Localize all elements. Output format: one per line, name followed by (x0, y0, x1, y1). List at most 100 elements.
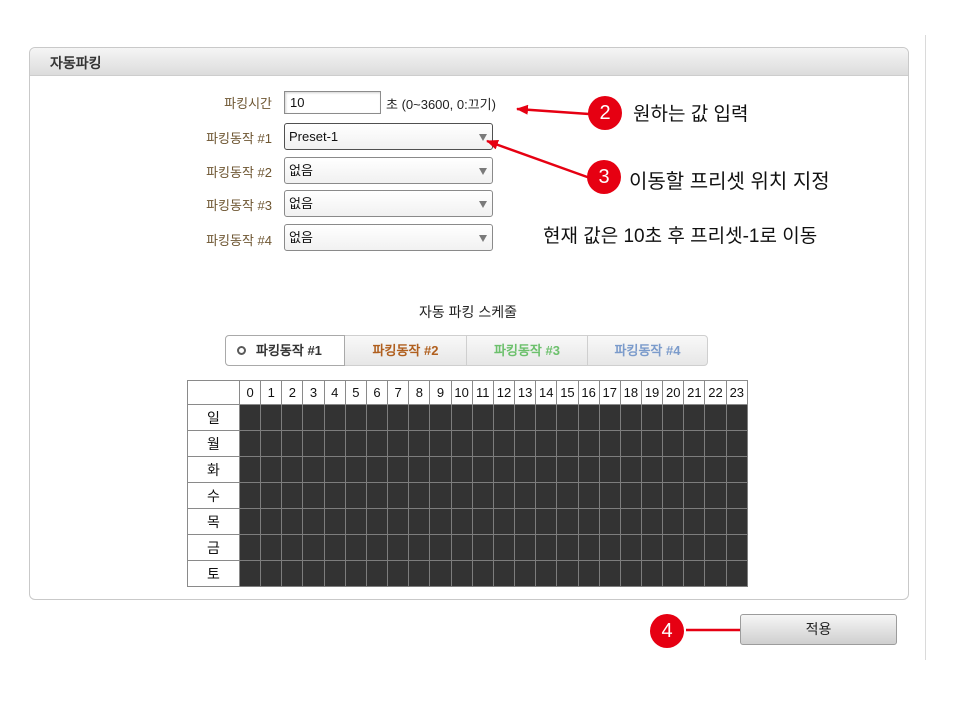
schedule-cell[interactable] (725, 534, 749, 561)
schedule-cell[interactable] (450, 456, 473, 483)
schedule-cell[interactable] (323, 508, 346, 535)
schedule-cell[interactable] (556, 430, 579, 457)
schedule-cell[interactable] (683, 508, 706, 535)
schedule-cell[interactable] (619, 404, 642, 431)
schedule-cell[interactable] (683, 534, 706, 561)
schedule-cell[interactable] (302, 404, 325, 431)
schedule-cell[interactable] (408, 560, 431, 587)
schedule-cell[interactable] (323, 430, 346, 457)
schedule-cell[interactable] (556, 534, 579, 561)
schedule-cell[interactable] (640, 456, 664, 483)
schedule-cell[interactable] (302, 534, 325, 561)
schedule-cell[interactable] (662, 508, 685, 535)
schedule-cell[interactable] (577, 508, 600, 535)
schedule-cell[interactable] (323, 456, 346, 483)
schedule-cell[interactable] (662, 430, 685, 457)
schedule-cell[interactable] (704, 482, 727, 509)
schedule-cell[interactable] (683, 482, 706, 509)
schedule-cell[interactable] (344, 508, 367, 535)
schedule-cell[interactable] (281, 482, 304, 509)
schedule-cell[interactable] (344, 456, 367, 483)
schedule-cell[interactable] (683, 456, 706, 483)
schedule-cell[interactable] (662, 534, 685, 561)
schedule-cell[interactable] (281, 404, 304, 431)
schedule-cell[interactable] (281, 534, 304, 561)
schedule-cell[interactable] (619, 456, 642, 483)
schedule-cell[interactable] (450, 482, 473, 509)
schedule-cell[interactable] (302, 456, 325, 483)
schedule-cell[interactable] (556, 508, 579, 535)
schedule-cell[interactable] (619, 430, 642, 457)
schedule-cell[interactable] (619, 534, 642, 561)
apply-button[interactable]: 적용 (740, 614, 897, 645)
schedule-cell[interactable] (344, 430, 367, 457)
schedule-cell[interactable] (556, 560, 579, 587)
schedule-cell[interactable] (725, 482, 749, 509)
schedule-cell[interactable] (260, 508, 283, 535)
schedule-cell[interactable] (598, 534, 621, 561)
schedule-cell[interactable] (492, 404, 516, 431)
schedule-cell[interactable] (492, 430, 516, 457)
schedule-cell[interactable] (344, 482, 367, 509)
schedule-cell[interactable] (450, 534, 473, 561)
schedule-cell[interactable] (471, 560, 494, 587)
schedule-cell[interactable] (598, 560, 621, 587)
schedule-cell[interactable] (725, 508, 749, 535)
schedule-cell[interactable] (577, 534, 600, 561)
schedule-cell[interactable] (492, 456, 516, 483)
schedule-cell[interactable] (471, 482, 494, 509)
schedule-cell[interactable] (514, 508, 537, 535)
schedule-cell[interactable] (281, 560, 304, 587)
schedule-cell[interactable] (429, 534, 452, 561)
schedule-cell[interactable] (598, 404, 621, 431)
schedule-cell[interactable] (471, 508, 494, 535)
schedule-cell[interactable] (535, 534, 558, 561)
schedule-cell[interactable] (556, 404, 579, 431)
schedule-cell[interactable] (408, 430, 431, 457)
tab-parking-action-3[interactable]: 파킹동작 #3 (466, 335, 588, 366)
schedule-cell[interactable] (387, 482, 410, 509)
schedule-cell[interactable] (662, 456, 685, 483)
schedule-cell[interactable] (365, 534, 389, 561)
schedule-cell[interactable] (408, 482, 431, 509)
schedule-cell[interactable] (514, 456, 537, 483)
schedule-cell[interactable] (408, 404, 431, 431)
schedule-cell[interactable] (683, 430, 706, 457)
schedule-cell[interactable] (492, 508, 516, 535)
schedule-cell[interactable] (704, 456, 727, 483)
schedule-cell[interactable] (281, 508, 304, 535)
schedule-cell[interactable] (725, 456, 749, 483)
schedule-cell[interactable] (640, 560, 664, 587)
schedule-cell[interactable] (704, 534, 727, 561)
parking-action-1-select[interactable]: Preset-1 (284, 123, 493, 150)
schedule-cell[interactable] (323, 404, 346, 431)
schedule-cell[interactable] (535, 560, 558, 587)
schedule-cell[interactable] (450, 430, 473, 457)
schedule-cell[interactable] (535, 456, 558, 483)
schedule-cell[interactable] (619, 508, 642, 535)
schedule-cell[interactable] (514, 430, 537, 457)
schedule-cell[interactable] (577, 560, 600, 587)
schedule-cell[interactable] (344, 560, 367, 587)
schedule-cell[interactable] (704, 508, 727, 535)
schedule-cell[interactable] (640, 430, 664, 457)
schedule-cell[interactable] (365, 482, 389, 509)
schedule-cell[interactable] (640, 534, 664, 561)
schedule-cell[interactable] (260, 404, 283, 431)
schedule-cell[interactable] (471, 430, 494, 457)
schedule-cell[interactable] (281, 430, 304, 457)
schedule-cell[interactable] (704, 430, 727, 457)
tab-parking-action-2[interactable]: 파킹동작 #2 (344, 335, 467, 366)
schedule-cell[interactable] (619, 482, 642, 509)
schedule-cell[interactable] (535, 404, 558, 431)
schedule-cell[interactable] (535, 508, 558, 535)
schedule-cell[interactable] (683, 560, 706, 587)
schedule-cell[interactable] (238, 560, 262, 587)
schedule-cell[interactable] (577, 430, 600, 457)
schedule-cell[interactable] (302, 560, 325, 587)
tab-parking-action-4[interactable]: 파킹동작 #4 (587, 335, 708, 366)
schedule-cell[interactable] (619, 560, 642, 587)
schedule-cell[interactable] (598, 456, 621, 483)
schedule-cell[interactable] (535, 482, 558, 509)
schedule-cell[interactable] (429, 404, 452, 431)
